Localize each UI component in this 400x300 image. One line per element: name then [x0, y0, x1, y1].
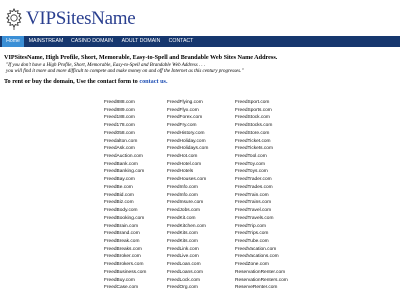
domain-link[interactable]: Freedalton.com [104, 138, 146, 146]
domain-link[interactable]: FreedStock.com [235, 114, 288, 122]
domain-list-column-2: FreedFlying.com FreedFlyx.com FreedForex.c… [167, 99, 208, 292]
domain-link[interactable]: FreedInfo.com [167, 184, 208, 192]
domain-link[interactable]: FreedBody.com [104, 207, 146, 215]
domain-link[interactable]: FreedVacations.com [235, 253, 288, 261]
nav-mainstream[interactable]: MAINSTREAM [26, 36, 66, 47]
domain-link[interactable]: FreedInsure.com [167, 199, 208, 207]
domain-link[interactable]: FreedHotels [167, 168, 208, 176]
domain-link[interactable]: FreedLink.com [167, 246, 208, 254]
domain-link[interactable]: FreedFry.com [167, 122, 208, 130]
domain-link[interactable]: FreedJobs.com [167, 207, 208, 215]
domain-link[interactable]: FreedForex.com [167, 114, 208, 122]
nav-contact[interactable]: CONTACT [166, 36, 196, 47]
domain-link[interactable]: FreedInfo.com [167, 192, 208, 200]
domain-link[interactable]: FreedFlying.com [167, 99, 208, 107]
domain-link[interactable]: FreedKits.com [167, 230, 208, 238]
domain-link[interactable]: ReservationRenters.com [235, 277, 288, 285]
domain-link[interactable]: FreedBanking.com [104, 168, 146, 176]
domain-link[interactable]: FreedBay.com [104, 176, 146, 184]
domain-link[interactable]: FreedLock.com [167, 277, 208, 285]
domain-link[interactable]: ReserveRenter.com [235, 284, 288, 292]
domain-link[interactable]: FreedBrain.com [104, 223, 146, 231]
domain-link[interactable]: FreedHistory.com [167, 130, 208, 138]
quote-text: "If you don't have a High Profile, Short… [6, 63, 243, 74]
domain-link[interactable]: FreedBiz.com [104, 199, 146, 207]
domain-list-column-3: FreedSport.com FreedSports.com FreedStock.… [235, 99, 288, 292]
nav-home[interactable]: Home [2, 36, 24, 47]
domain-link[interactable]: FreedTicket.com [235, 138, 288, 146]
page-headline: VIPSitesName, High Profile, Short, Memor… [4, 54, 278, 61]
domain-link[interactable]: FreedHoliday.com [167, 138, 208, 146]
domain-link[interactable]: FreedTrains.com [235, 199, 288, 207]
domain-link[interactable]: FreedBroker.com [104, 253, 146, 261]
domain-link[interactable]: FreedOrg.com [167, 284, 208, 292]
domain-link[interactable]: FreedVacation.com [235, 246, 288, 254]
domain-link[interactable]: FreedHot.com [167, 153, 208, 161]
domain-link[interactable]: FreedHolidays.com [167, 145, 208, 153]
domain-link[interactable]: FreedTool.com [235, 153, 288, 161]
domain-link[interactable]: FreedBusiness.com [104, 269, 146, 277]
domain-link[interactable]: FreedKits.com [167, 238, 208, 246]
domain-link[interactable]: FreedLoans.com [167, 269, 208, 277]
nav-casino-domain[interactable]: CASINO DOMAIN [68, 36, 116, 47]
domain-link[interactable]: FreedTrain.com [235, 192, 288, 200]
domain-link[interactable]: FreedKitchen.com [167, 223, 208, 231]
domain-link[interactable]: Freed058.com [104, 130, 146, 138]
domain-link[interactable]: FreedTrip.com [235, 223, 288, 231]
domain-link[interactable]: FreedSports.com [235, 107, 288, 115]
domain-link[interactable]: FreedBooking.com [104, 215, 146, 223]
domain-link[interactable]: FreedBrokers.com [104, 261, 146, 269]
domain-link[interactable]: Freed888.com [104, 99, 146, 107]
domain-link[interactable]: FreedBid.com [104, 192, 146, 200]
domain-link[interactable]: FreedAuction.com [104, 153, 146, 161]
domain-link[interactable]: FreedFlyx.com [167, 107, 208, 115]
domain-link[interactable]: FreedStore.com [235, 130, 288, 138]
domain-link[interactable]: FreedBreak.com [104, 238, 146, 246]
domain-link[interactable]: FreedBrand.com [104, 230, 146, 238]
quote-line-2: you will find it more and more difficult… [6, 68, 244, 74]
site-logo[interactable]: VIPSitesName [26, 8, 136, 30]
domain-link[interactable]: FreedAsk.com [104, 145, 146, 153]
domain-link[interactable]: FreedKit.com [167, 215, 208, 223]
domain-link[interactable]: FreedTrades.com [235, 184, 288, 192]
domain-link[interactable]: FreedBe.com [104, 184, 146, 192]
domain-link[interactable]: FreedBank.com [104, 161, 146, 169]
domain-link[interactable]: FreedZone.com [235, 261, 288, 269]
domain-link[interactable]: FreedTickets.com [235, 145, 288, 153]
domain-link[interactable]: FreedLoan.com [167, 261, 208, 269]
domain-link[interactable]: FreedBuy.com [104, 277, 146, 285]
domain-link[interactable]: FreedBreaks.com [104, 246, 146, 254]
domain-link[interactable]: FreedToy.com [235, 161, 288, 169]
domain-link[interactable]: FreedLive.com [167, 253, 208, 261]
domain-link[interactable]: FreedToys.com [235, 168, 288, 176]
domain-link[interactable]: FreedTrips.com [235, 230, 288, 238]
domain-link[interactable]: FreedStocks.com [235, 122, 288, 130]
domain-link[interactable]: FreedTravel.com [235, 207, 288, 215]
main-navbar: Home MAINSTREAM CASINO DOMAIN ADULT DOMA… [0, 36, 400, 47]
domain-link[interactable]: FreedTube.com [235, 238, 288, 246]
contact-us-link[interactable]: contact us. [139, 78, 167, 85]
domain-link[interactable]: ReservationRenter.com [235, 269, 288, 277]
domain-link[interactable]: FreedSport.com [235, 99, 288, 107]
domain-link[interactable]: Freed188.com [104, 114, 146, 122]
domain-link[interactable]: Freed178.com [104, 122, 146, 130]
nav-adult-domain[interactable]: ADULT DOMAIN [118, 36, 164, 47]
contact-cta: To rent or buy the domain, Use the conta… [4, 78, 168, 85]
domain-link[interactable]: FreedTrader.com [235, 176, 288, 184]
logo-icon [6, 8, 22, 30]
cta-text: To rent or buy the domain, Use the conta… [4, 78, 138, 85]
domain-list-column-1: Freed888.com Freed889.com Freed188.com Free… [104, 99, 146, 292]
domain-link[interactable]: FreedCase.com [104, 284, 146, 292]
domain-link[interactable]: FreedHotel.com [167, 161, 208, 169]
domain-link[interactable]: FreedHouses.com [167, 176, 208, 184]
domain-link[interactable]: FreedTravels.com [235, 215, 288, 223]
domain-link[interactable]: Freed889.com [104, 107, 146, 115]
